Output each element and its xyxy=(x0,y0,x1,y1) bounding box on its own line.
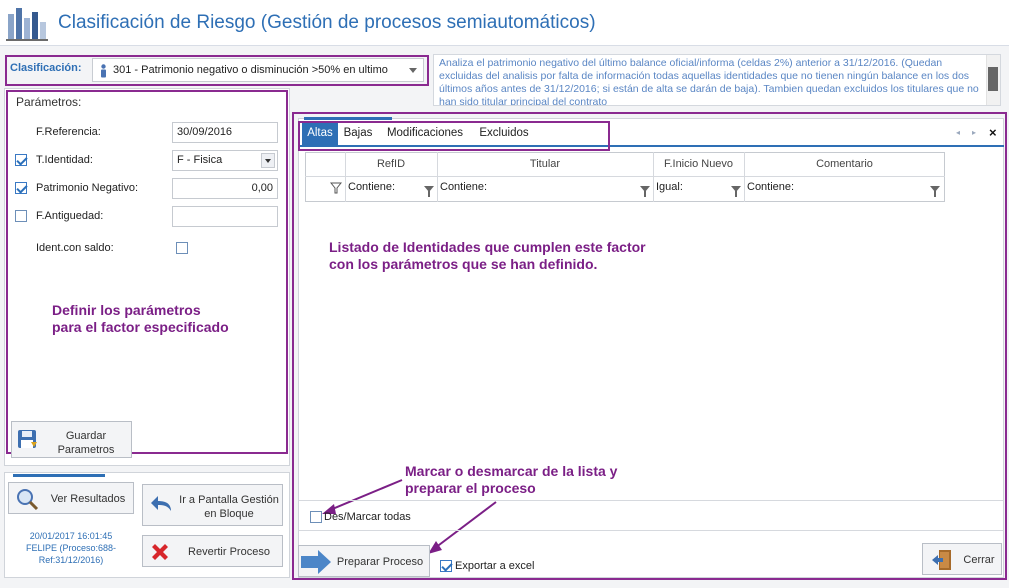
process-info-line-3: Ref:31/12/2016) xyxy=(38,555,104,565)
go-to-bulk-management-label: Ir a Pantalla Gestión en Bloque xyxy=(179,494,279,520)
t-identidad-label: T.Identidad: xyxy=(36,154,93,166)
export-excel-checkbox[interactable] xyxy=(440,560,452,572)
column-header-comentario[interactable]: Comentario xyxy=(744,158,945,170)
classification-highlight xyxy=(5,55,429,86)
floppy-save-icon xyxy=(16,428,40,455)
revert-process-button[interactable]: Revertir Proceso xyxy=(142,535,283,567)
parameters-highlight xyxy=(6,90,288,454)
scrollbar-thumb[interactable] xyxy=(988,67,998,91)
export-excel-label: Exportar a excel xyxy=(455,560,535,572)
footer-divider xyxy=(299,500,1003,501)
app-logo-icon xyxy=(6,4,48,42)
chevron-down-icon[interactable] xyxy=(261,153,275,168)
patrimonio-negativo-input[interactable]: 0,00 xyxy=(172,178,278,199)
red-x-icon xyxy=(149,541,171,566)
process-info-line-2: FELIPE (Proceso:688- xyxy=(25,543,117,553)
results-accent-bar xyxy=(304,117,392,120)
save-parameters-button[interactable]: Guardar Parametros xyxy=(11,421,132,458)
f-antiguedad-label: F.Antiguedad: xyxy=(36,210,104,222)
f-antiguedad-checkbox[interactable] xyxy=(15,210,27,222)
close-button[interactable]: Cerrar xyxy=(922,543,1002,575)
ident-con-saldo-checkbox[interactable] xyxy=(176,242,188,254)
patrimonio-negativo-label: Patrimonio Negativo: xyxy=(36,182,139,194)
prepare-process-button[interactable]: Preparar Proceso xyxy=(298,545,430,577)
back-arrow-icon xyxy=(149,493,175,522)
view-results-label: Ver Resultados xyxy=(50,493,126,505)
classification-description: Analiza el patrimonio negativo del últim… xyxy=(433,54,1001,106)
column-header-refid[interactable]: RefID xyxy=(345,158,437,170)
f-referencia-label: F.Referencia: xyxy=(36,126,101,138)
close-tab-icon[interactable]: × xyxy=(989,125,997,140)
t-identidad-checkbox[interactable] xyxy=(15,154,27,166)
revert-process-label: Revertir Proceso xyxy=(188,546,270,558)
filter-funnel-icon[interactable] xyxy=(930,186,940,197)
f-referencia-input[interactable]: 30/09/2016 xyxy=(172,122,278,143)
view-results-button[interactable]: Ver Resultados xyxy=(8,482,134,514)
arrow-right-icon xyxy=(300,549,332,578)
parameters-title: Parámetros: xyxy=(16,95,82,109)
description-text: Analiza el patrimonio negativo del últim… xyxy=(439,57,979,106)
process-info-line-1: 20/01/2017 16:01:45 xyxy=(29,531,113,541)
tabs-highlight xyxy=(298,121,610,151)
footer-divider xyxy=(299,530,1003,531)
tab-scroll-left-icon[interactable]: ◂ xyxy=(956,128,960,137)
grid-header-divider xyxy=(305,176,945,177)
filter-row-icon xyxy=(329,182,343,197)
save-parameters-label: Guardar Parametros xyxy=(57,430,115,456)
prepare-process-label: Preparar Proceso xyxy=(336,556,424,568)
t-identidad-value: F - Fisica xyxy=(177,154,223,166)
filter-f-inicio-nuevo[interactable]: Igual: xyxy=(656,181,683,193)
grid-annotation: Listado de Identidades que cumplen este … xyxy=(329,239,646,272)
title-bar: Clasificación de Riesgo (Gestión de proc… xyxy=(0,0,1009,46)
tab-scroll-right-icon[interactable]: ▸ xyxy=(972,128,976,137)
exit-door-icon xyxy=(931,549,953,574)
patrimonio-negativo-checkbox[interactable] xyxy=(15,182,27,194)
filter-funnel-icon[interactable] xyxy=(731,186,741,197)
filter-funnel-icon[interactable] xyxy=(640,186,650,197)
select-all-label: Des/Marcar todas xyxy=(324,511,411,523)
filter-comentario[interactable]: Contiene: xyxy=(747,181,794,193)
ident-con-saldo-label: Ident.con saldo: xyxy=(36,242,114,254)
go-to-bulk-management-button[interactable]: Ir a Pantalla Gestión en Bloque xyxy=(142,484,283,526)
actions-accent-bar xyxy=(13,474,105,477)
filter-funnel-icon[interactable] xyxy=(424,186,434,197)
parameters-annotation: Definir los parámetros para el factor es… xyxy=(52,302,229,335)
t-identidad-select[interactable]: F - Fisica xyxy=(172,150,278,171)
filter-titular[interactable]: Contiene: xyxy=(440,181,487,193)
select-all-checkbox[interactable] xyxy=(310,511,322,523)
description-scrollbar[interactable] xyxy=(986,55,1000,105)
window-title: Clasificación de Riesgo (Gestión de proc… xyxy=(58,12,596,33)
column-header-titular[interactable]: Titular xyxy=(437,158,653,170)
filter-refid[interactable]: Contiene: xyxy=(348,181,395,193)
f-antiguedad-input[interactable] xyxy=(172,206,278,227)
column-header-f-inicio-nuevo[interactable]: F.Inicio Nuevo xyxy=(653,158,744,170)
process-info: 20/01/2017 16:01:45 FELIPE (Proceso:688-… xyxy=(8,530,134,566)
close-label: Cerrar xyxy=(963,554,995,566)
magnifier-icon xyxy=(15,487,39,514)
